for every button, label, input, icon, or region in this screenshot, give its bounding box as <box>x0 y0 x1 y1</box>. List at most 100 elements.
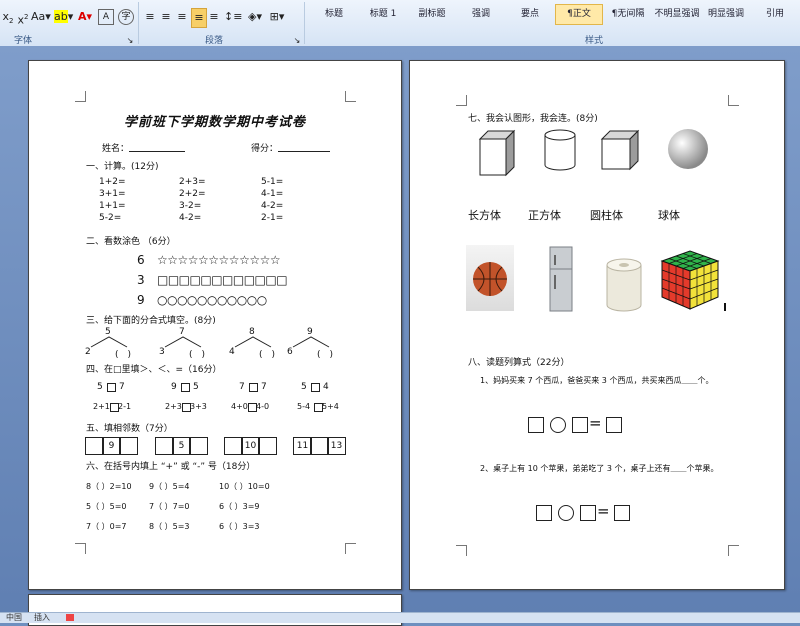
operator-circle[interactable] <box>550 417 566 433</box>
shape-row[interactable]: ☆☆☆☆☆☆☆☆☆☆☆☆ <box>157 253 281 267</box>
style-item[interactable]: ¶无间隔 <box>604 4 652 25</box>
borders-icon[interactable]: ⊞▾ <box>268 8 286 26</box>
style-item[interactable]: 不明显强调 <box>653 4 701 25</box>
sign-fill-item[interactable]: 5（ ）5=0 <box>86 501 127 512</box>
tree-left: 6 <box>287 347 293 357</box>
compare-box[interactable] <box>311 383 320 392</box>
sign-fill-item[interactable]: 6（ ）3=9 <box>219 501 260 512</box>
tree-right-blank[interactable]: ( ) <box>317 347 333 360</box>
tree-right-blank[interactable]: ( ) <box>259 347 275 360</box>
style-item[interactable]: 强调 <box>457 4 505 25</box>
compare-left: 5-4 <box>297 402 311 411</box>
score-blank[interactable] <box>278 151 330 152</box>
enclose-char-icon[interactable]: 字 <box>118 9 134 25</box>
basketball-photo <box>466 245 514 311</box>
style-item[interactable]: 要点 <box>506 4 554 25</box>
answer-box[interactable] <box>572 417 588 433</box>
rubiks-cube-icon <box>660 250 720 310</box>
distribute-icon[interactable]: ≡ <box>207 8 221 26</box>
style-item[interactable]: 副标题 <box>408 4 456 25</box>
font-color-icon[interactable]: A▾ <box>76 8 94 26</box>
refrigerator-photo <box>544 245 578 315</box>
equals-sign: = <box>597 502 610 520</box>
neighbor-cell[interactable] <box>119 437 138 455</box>
compare-box[interactable] <box>181 383 190 392</box>
cuboid-shape <box>478 129 516 177</box>
font-group-label: 字体 <box>14 36 33 46</box>
macro-icon[interactable] <box>66 614 74 621</box>
style-item[interactable]: 明显强调 <box>702 4 750 25</box>
style-item[interactable]: 标题 1 <box>359 4 407 25</box>
compare-left: 5 <box>301 382 307 392</box>
style-item[interactable]: 标题 <box>310 4 358 25</box>
subscript-button[interactable]: x2 <box>2 8 14 26</box>
answer-box[interactable] <box>606 417 622 433</box>
compare-right: 5 <box>193 382 199 392</box>
neighbor-cell[interactable] <box>258 437 277 455</box>
section-6-heading: 六、在括号内填上 “+” 或 “-” 号（18分） <box>86 462 256 472</box>
section-2-heading: 二、看数涂色 （6分） <box>86 237 176 247</box>
section-1-heading: 一、计算。(12分) <box>86 162 159 172</box>
operator-circle[interactable] <box>558 505 574 521</box>
answer-box[interactable] <box>536 505 552 521</box>
sign-fill-item[interactable]: 8（ ）5=3 <box>149 521 190 532</box>
compare-right: 4 <box>323 382 329 392</box>
neighbor-cell[interactable] <box>189 437 208 455</box>
rubiks-cube-photo <box>658 243 722 313</box>
tree-right-blank[interactable]: ( ) <box>115 347 131 360</box>
answer-box[interactable] <box>580 505 596 521</box>
shape-name-label: 正方体 <box>528 209 561 222</box>
count-number: 3 <box>137 273 145 287</box>
section-7-heading: 七、我会认图形，我会连。(8分) <box>468 114 598 124</box>
section-5-heading: 五、填相邻数（7分） <box>86 424 173 434</box>
char-border-icon[interactable]: A <box>98 9 114 25</box>
align-center-icon[interactable]: ≡ <box>159 8 173 26</box>
compare-box[interactable] <box>249 383 258 392</box>
tree-left: 2 <box>85 347 91 357</box>
superscript-button[interactable]: x2 <box>16 8 30 27</box>
line-spacing-icon[interactable]: ↕≡ <box>224 8 242 26</box>
crop-mark <box>345 91 356 102</box>
justify-icon[interactable]: ≡ <box>191 8 207 28</box>
crop-mark <box>345 543 356 554</box>
calc-item: 5-2= <box>99 213 122 223</box>
tree-right-blank[interactable]: ( ) <box>189 347 205 360</box>
sign-fill-item[interactable]: 7（ ）0=7 <box>86 521 127 532</box>
sign-fill-item[interactable]: 8（ ）2=10 <box>86 481 132 492</box>
shape-row[interactable]: □□□□□□□□□□□□ <box>157 273 288 287</box>
sign-fill-item[interactable]: 7（ ）7=0 <box>149 501 190 512</box>
style-item[interactable]: ¶正文 <box>555 4 603 25</box>
text-cursor <box>724 303 726 311</box>
cylinder-object-icon <box>606 258 642 312</box>
answer-box[interactable] <box>528 417 544 433</box>
sign-fill-item[interactable]: 10（ ）10=0 <box>219 481 270 492</box>
compare-right: 2-1 <box>118 402 132 411</box>
compare-left: 2+1 <box>93 402 110 411</box>
section-8-heading: 八、读题列算式（22分） <box>468 358 570 368</box>
name-blank[interactable] <box>129 151 185 152</box>
compare-right: 4-0 <box>256 402 270 411</box>
answer-box[interactable] <box>614 505 630 521</box>
compare-left: 7 <box>239 382 245 392</box>
sign-fill-item[interactable]: 9（ ）5=4 <box>149 481 190 492</box>
align-right-icon[interactable]: ≡ <box>175 8 189 26</box>
compare-box[interactable] <box>107 383 116 392</box>
count-number: 9 <box>137 293 145 307</box>
compare-left: 2+3 <box>165 402 182 411</box>
tree-left: 3 <box>159 347 165 357</box>
compare-right: 5+4 <box>322 402 339 411</box>
status-bar: 中国 插入 <box>0 612 800 623</box>
highlight-icon[interactable]: ab▾ <box>54 8 73 26</box>
sign-fill-item[interactable]: 6（ ）3=3 <box>219 521 260 532</box>
calc-item: 2+3= <box>179 177 206 187</box>
neighbor-cell: 13 <box>327 437 346 455</box>
cylinder-shape <box>544 129 576 171</box>
calc-item: 3+1= <box>99 189 126 199</box>
shading-icon[interactable]: ◈▾ <box>246 8 264 26</box>
shape-row[interactable]: ○○○○○○○○○○○ <box>157 293 267 307</box>
align-left-icon[interactable]: ≡ <box>143 8 157 26</box>
compare-left: 4+0 <box>231 402 248 411</box>
section-3-heading: 三、给下面的分合式填空。(8分) <box>86 316 216 326</box>
style-item[interactable]: 引用 <box>751 4 799 25</box>
change-case-icon[interactable]: Aa▾ <box>31 8 51 26</box>
